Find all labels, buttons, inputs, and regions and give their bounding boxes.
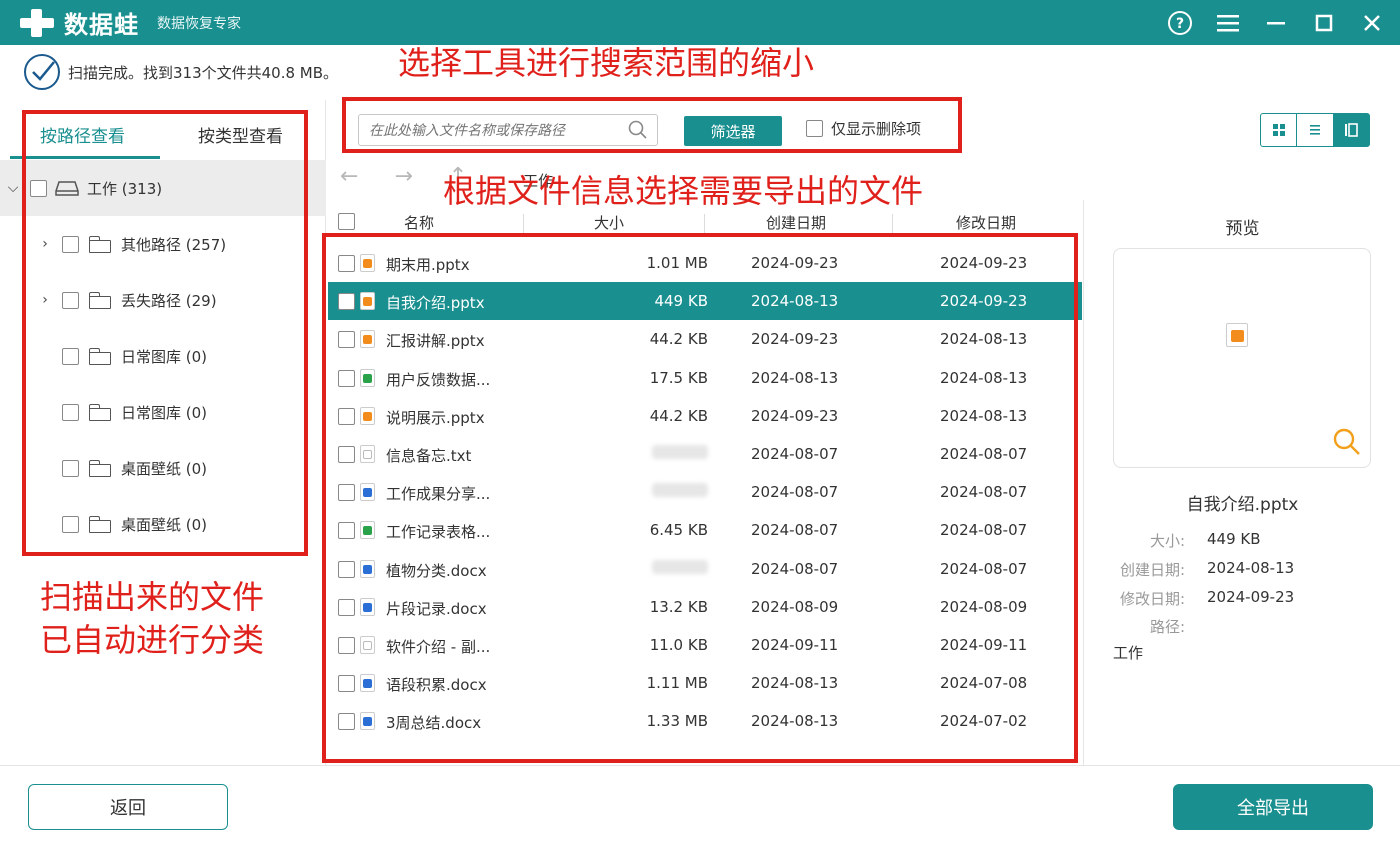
scan-status: 扫描完成。找到313个文件共40.8 MB。 — [22, 52, 338, 92]
preview-file-name: 自我介绍.pptx — [1186, 495, 1299, 515]
export-all-button[interactable]: 全部导出 — [1173, 784, 1373, 830]
preview-modified-value: 2024-09-23 — [1207, 588, 1295, 606]
zoom-icon[interactable] — [1332, 427, 1362, 457]
app-logo: 数据蛙 数据恢复专家 — [18, 5, 241, 40]
preview-size-label: 大小: — [1149, 532, 1185, 550]
annotation-tree: 扫描出来的文件 已自动进行分类 — [40, 576, 264, 662]
preview-created-label: 创建日期: — [1119, 561, 1185, 579]
annotation-box-toolbar — [342, 97, 962, 153]
annotation-files: 根据文件信息选择需要导出的文件 — [443, 172, 924, 210]
close-icon[interactable] — [1358, 9, 1386, 37]
detail-view-icon[interactable] — [1333, 114, 1369, 146]
column-size[interactable]: 大小 — [594, 212, 624, 233]
preview-size-value: 449 KB — [1207, 530, 1261, 548]
back-button[interactable]: 返回 — [28, 784, 228, 830]
menu-icon[interactable] — [1214, 9, 1242, 37]
column-name[interactable]: 名称 — [404, 212, 434, 233]
preview-panel: 预览 自我介绍.pptx 大小: 449 KB 创建日期: 2024-08-13… — [1085, 200, 1400, 765]
preview-path-label: 路径: — [1149, 618, 1185, 636]
column-created[interactable]: 创建日期 — [766, 212, 826, 233]
maximize-icon[interactable] — [1310, 9, 1338, 37]
app-name: 数据蛙 — [64, 11, 139, 39]
preview-path-value: 工作 — [1113, 644, 1144, 662]
status-text: 扫描完成。找到313个文件共40.8 MB。 — [68, 63, 339, 82]
logo-cross-icon — [18, 7, 56, 39]
annotation-box-files — [322, 233, 1078, 763]
back-arrow-icon[interactable]: ← — [340, 164, 358, 189]
app-subtitle: 数据恢复专家 — [157, 15, 241, 32]
preview-modified-label: 修改日期: — [1119, 590, 1185, 608]
annotation-toolbar: 选择工具进行搜索范围的缩小 — [398, 44, 815, 82]
title-bar: 数据蛙 数据恢复专家 ? — [0, 0, 1400, 45]
footer: 返回 全部导出 — [0, 765, 1400, 854]
annotation-tree-line1: 扫描出来的文件 — [40, 578, 265, 616]
select-all-checkbox[interactable] — [338, 213, 355, 230]
check-circle-icon — [24, 54, 60, 90]
preview-box — [1113, 248, 1371, 468]
chevron-down-icon[interactable]: ⌵ — [6, 180, 20, 196]
annotation-tree-line2: 已自动进行分类 — [40, 621, 265, 660]
preview-created-value: 2024-08-13 — [1207, 559, 1295, 577]
grid-view-icon[interactable] — [1261, 114, 1298, 146]
pptx-file-icon — [1226, 323, 1248, 347]
preview-title: 预览 — [1225, 219, 1260, 239]
svg-text:?: ? — [1176, 16, 1184, 32]
view-mode-switch — [1260, 113, 1370, 147]
list-view-icon[interactable] — [1297, 114, 1334, 146]
column-modified[interactable]: 修改日期 — [956, 212, 1016, 233]
help-icon[interactable]: ? — [1166, 9, 1194, 37]
forward-arrow-icon[interactable]: → — [394, 164, 412, 189]
annotation-box-tree — [22, 110, 308, 556]
minimize-icon[interactable] — [1262, 9, 1290, 37]
